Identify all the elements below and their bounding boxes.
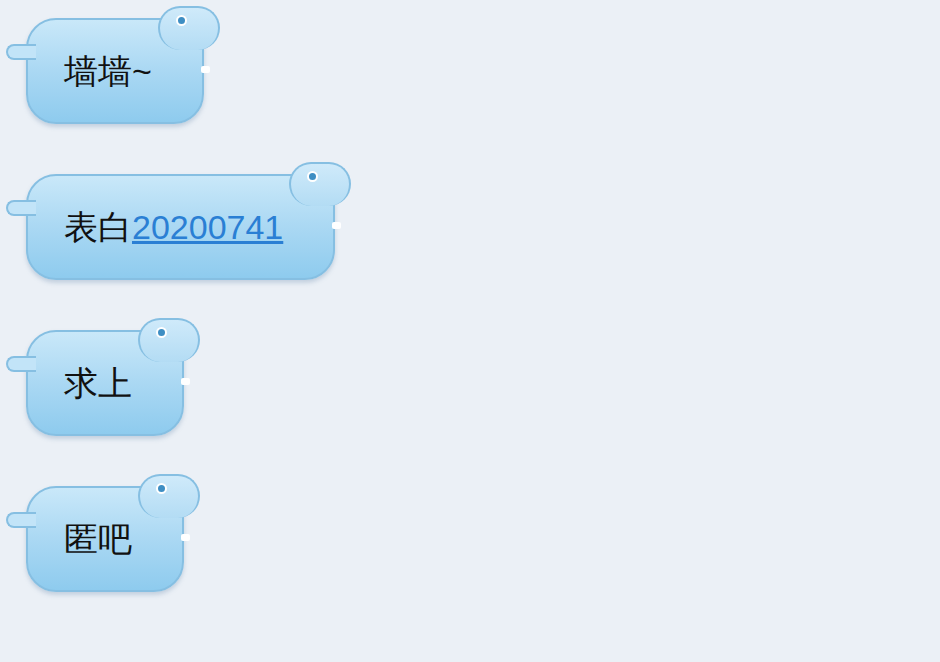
message-bubble: 表白20200741 xyxy=(26,174,335,280)
hippo-tooth-icon xyxy=(181,534,190,541)
hippo-tail-icon xyxy=(6,356,36,372)
message-text: 表白 xyxy=(64,208,132,246)
hippo-tooth-icon xyxy=(181,378,190,385)
message-bubble: 求上 xyxy=(26,330,184,436)
hippo-tail-icon xyxy=(6,44,36,60)
message-text: 墙墙~ xyxy=(64,52,152,90)
hippo-tail-icon xyxy=(6,512,36,528)
message-bubble: 墙墙~ xyxy=(26,18,204,124)
chat-view: 墙墙~ 表白20200741 求上匿吧 xyxy=(0,0,940,662)
message-text: 匿吧 xyxy=(64,520,132,558)
message-text: 求上 xyxy=(64,364,132,402)
hippo-head-icon xyxy=(138,474,200,518)
hippo-head-icon xyxy=(158,6,220,50)
hippo-head-icon xyxy=(138,318,200,362)
hippo-tail-icon xyxy=(6,200,36,216)
message-bubble: 匿吧 xyxy=(26,486,184,592)
hippo-tooth-icon xyxy=(332,222,341,229)
message-link[interactable]: 20200741 xyxy=(132,208,283,246)
hippo-head-icon xyxy=(289,162,351,206)
hippo-tooth-icon xyxy=(201,66,210,73)
